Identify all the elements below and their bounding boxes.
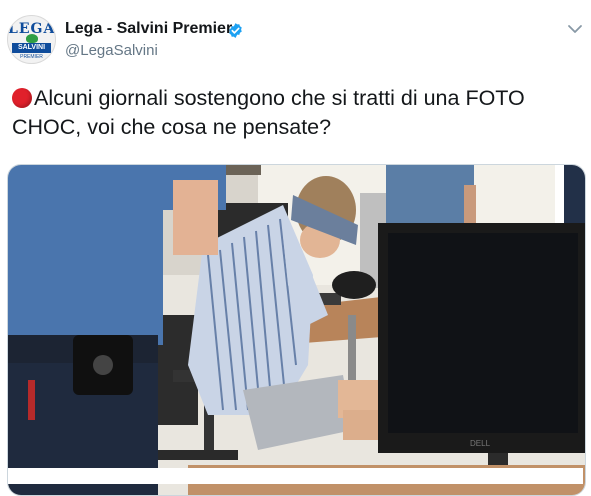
tweet-media-photo[interactable]: DELL	[7, 164, 586, 496]
user-handle[interactable]: @LegaSalvini	[65, 42, 158, 59]
tweet-header: LEGA SALVINI PREMIER Lega - Salvini Prem…	[0, 0, 591, 80]
red-circle-icon	[12, 88, 32, 108]
chevron-down-icon[interactable]	[566, 22, 584, 36]
avatar-logo-subtext: PREMIER	[20, 54, 43, 60]
photo-image: DELL	[8, 165, 585, 495]
tweet-body: Alcuni giornali sostengono che si tratti…	[12, 86, 525, 139]
display-name[interactable]: Lega - Salvini Premier	[65, 20, 232, 38]
monitor-brand-label: DELL	[470, 439, 491, 448]
card-caption-strip	[8, 468, 583, 484]
avatar-logo-emblem	[26, 34, 38, 43]
avatar[interactable]: LEGA SALVINI PREMIER	[7, 15, 56, 64]
tweet-text: Alcuni giornali sostengono che si tratti…	[12, 84, 582, 142]
verified-badge-icon	[229, 23, 242, 38]
avatar-logo-band: SALVINI	[12, 43, 51, 53]
